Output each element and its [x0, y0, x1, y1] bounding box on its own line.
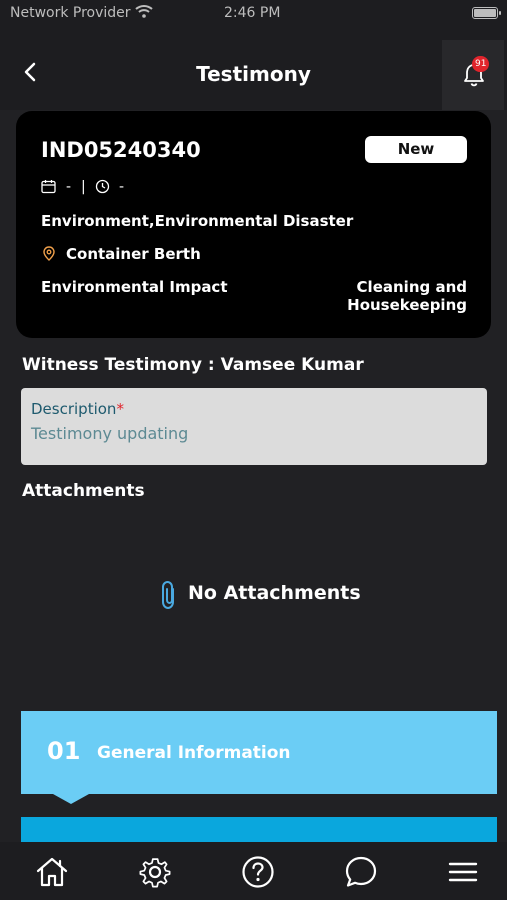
wifi-icon: [135, 4, 153, 22]
description-label: Description*: [31, 400, 124, 418]
incident-time: -: [119, 179, 125, 195]
gear-icon: [139, 858, 171, 888]
tab-chat[interactable]: [343, 854, 379, 890]
description-label-text: Description: [31, 400, 117, 418]
clock-time: 2:46 PM: [224, 5, 281, 21]
no-attachments-message: No Attachments: [0, 578, 507, 610]
incident-card[interactable]: IND05240340 New - | - Environment,Enviro…: [16, 111, 491, 338]
section-next-bar[interactable]: [21, 817, 497, 843]
incident-area: Cleaning and Housekeeping: [347, 278, 467, 314]
status-badge: New: [365, 136, 467, 163]
bottom-tab-bar: [0, 842, 507, 900]
section-number: 01: [47, 737, 81, 765]
no-attachments-text: No Attachments: [188, 582, 361, 604]
clock-icon: [95, 179, 110, 198]
battery-icon: [472, 7, 501, 19]
page-title: Testimony: [196, 62, 311, 86]
attachments-title: Attachments: [22, 481, 145, 501]
tab-help[interactable]: [240, 854, 276, 890]
section-label: General Information: [97, 743, 291, 763]
calendar-icon: [41, 179, 56, 198]
chat-icon: [345, 856, 377, 887]
witness-title: Witness Testimony : Vamsee Kumar: [22, 355, 364, 375]
nav-bar: Testimony 91: [0, 30, 507, 110]
status-bar: Network Provider 2:46 PM: [0, 0, 507, 30]
notification-count-badge: 91: [472, 56, 490, 72]
description-field[interactable]: Description* Testimony updating: [21, 388, 487, 465]
required-mark: *: [116, 400, 124, 418]
incident-category: Environment,Environmental Disaster: [41, 212, 354, 230]
tab-home[interactable]: [34, 854, 70, 890]
paperclip-icon: [162, 580, 174, 610]
location-label: Container Berth: [66, 245, 201, 263]
incident-id: IND05240340: [41, 138, 201, 162]
notifications-button[interactable]: 91: [442, 40, 504, 110]
tab-menu[interactable]: [445, 854, 481, 890]
incident-date: -: [66, 179, 72, 195]
tab-settings[interactable]: [137, 854, 173, 890]
incident-impact: Environmental Impact: [41, 278, 228, 296]
section-pointer: [53, 794, 89, 804]
help-icon: [242, 856, 274, 888]
datetime-separator: |: [81, 179, 86, 195]
location-pin-icon: [43, 246, 55, 265]
carrier-name: Network Provider: [10, 5, 131, 21]
home-icon: [36, 857, 68, 887]
menu-icon: [448, 862, 478, 882]
section-general-information[interactable]: 01 General Information: [21, 711, 497, 804]
description-value[interactable]: Testimony updating: [31, 424, 188, 443]
